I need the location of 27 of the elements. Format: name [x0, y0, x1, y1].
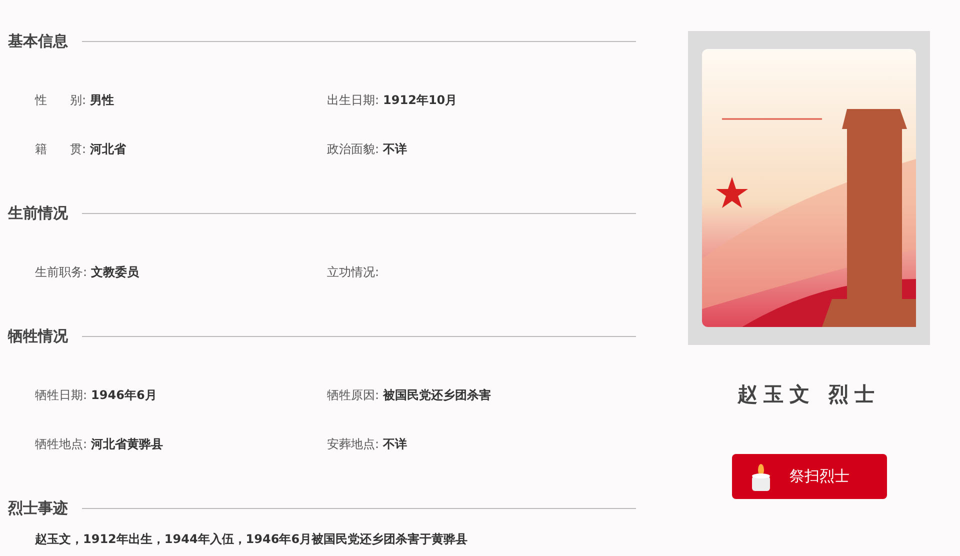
- field-value: 不详: [383, 436, 408, 453]
- section-title: 生前情况: [8, 204, 68, 222]
- field-value: 被国民党还乡团杀害: [383, 387, 492, 404]
- martyr-name: 赵玉文 烈士: [738, 381, 880, 408]
- section-title: 烈士事迹: [8, 498, 68, 518]
- field-value: 1946年6月: [91, 387, 157, 404]
- field-label: 立功情况:: [327, 264, 380, 281]
- field-label: 牺牲日期:: [35, 387, 88, 404]
- memorial-button[interactable]: 祭扫烈士: [732, 454, 886, 499]
- field-label: 牺牲地点:: [35, 436, 88, 453]
- field-value: 河北省黄骅县: [91, 436, 164, 453]
- field-value: 男性: [90, 92, 114, 109]
- biography-text: 赵玉文，1912年出生，1944年入伍，1946年6月被国民党还乡团杀害于黄骅县: [35, 531, 469, 548]
- field-label: 出生日期:: [327, 92, 380, 109]
- section-title: 牺牲情况: [8, 326, 68, 346]
- field-value: 河北省: [90, 141, 126, 158]
- field-label: 性 别:: [35, 92, 86, 109]
- section-title: 基本信息: [8, 32, 68, 50]
- field-label: 政治面貌:: [327, 141, 380, 158]
- field-label: 牺牲原因:: [327, 387, 380, 404]
- field-value: 不详: [383, 141, 408, 158]
- field-label: 籍 贯:: [35, 141, 86, 158]
- field-label: 生前职务:: [35, 264, 88, 281]
- field-value: 1912年10月: [383, 92, 458, 109]
- candle-icon: [750, 462, 772, 492]
- field-label: 安葬地点:: [327, 436, 380, 453]
- field-value: 文教委员: [91, 264, 140, 281]
